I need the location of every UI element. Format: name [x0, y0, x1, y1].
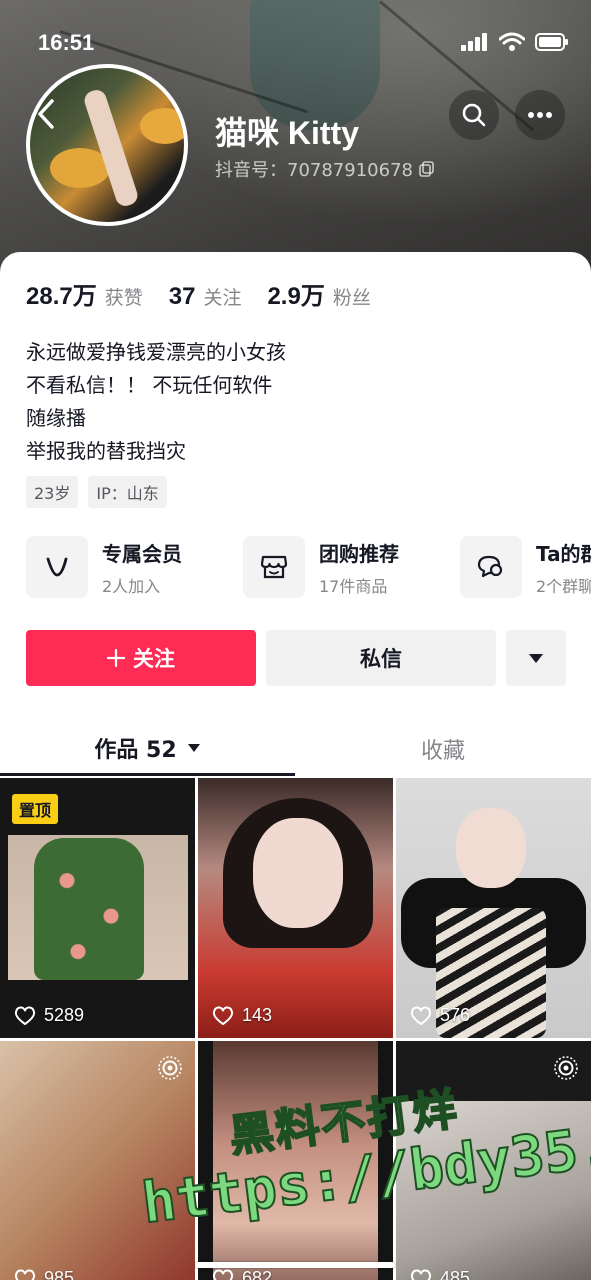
back-button[interactable]	[36, 98, 64, 132]
bio-line: 举报我的替我挡灾	[26, 439, 186, 463]
video-tile[interactable]: 985	[0, 1041, 195, 1280]
video-tile[interactable]: 576	[396, 778, 591, 1038]
likes-count: 576	[440, 1005, 471, 1025]
status-icons	[461, 32, 569, 52]
feature-row: 专属会员 2人加入 团购推荐 17件商品 Ta的群 2个群聊	[26, 536, 591, 600]
feature-sub: 17件商品	[319, 576, 388, 596]
bio-line: 不看私信！！ 不玩任何软件	[26, 373, 273, 397]
pinned-badge: 置顶	[12, 794, 59, 824]
feature-icon-box	[460, 536, 522, 598]
wifi-icon	[499, 32, 525, 51]
stat-label: 粉丝	[332, 287, 371, 309]
stat-value: 28.7万	[26, 283, 97, 310]
search-button[interactable]	[449, 90, 499, 140]
battery-icon	[535, 33, 568, 51]
shop-icon	[260, 555, 288, 579]
v-member-icon	[46, 557, 68, 577]
feature-title: Ta的群	[536, 541, 591, 566]
feature-sub: 2人加入	[102, 576, 161, 596]
feature-title: 专属会员	[102, 541, 182, 566]
bio: 永远做爱挣钱爱漂亮的小女孩 不看私信！！ 不玩任何软件 随缘播 举报我的替我挡灾	[26, 336, 286, 468]
heart-icon	[410, 1005, 432, 1025]
video-thumbnail-detail	[34, 838, 144, 980]
stat-following[interactable]: 37 关注	[169, 283, 242, 311]
likes-count: 682	[242, 1268, 273, 1280]
caret-down-icon	[529, 654, 543, 663]
video-likes: 5289	[14, 1005, 84, 1026]
avatar[interactable]	[26, 64, 188, 226]
tab-works-label: 作品 52	[94, 737, 177, 763]
stat-label: 获赞	[104, 287, 143, 309]
stats-row: 28.7万 获赞 37 关注 2.9万 粉丝	[26, 276, 397, 311]
profile-name: 猫咪 Kitty	[215, 115, 360, 151]
feature-title: 团购推荐	[319, 541, 399, 566]
status-time: 16:51	[38, 30, 95, 55]
tab-favorites-label: 收藏	[420, 739, 465, 764]
video-thumbnail	[213, 1041, 378, 1280]
stat-followers[interactable]: 2.9万 粉丝	[267, 276, 370, 311]
bio-line: 永远做爱挣钱爱漂亮的小女孩	[26, 340, 286, 364]
feature-icon-box	[26, 536, 88, 598]
douyin-id-text: 抖音号：70787910678	[215, 160, 413, 181]
heart-icon	[212, 1268, 234, 1280]
video-grid: 置顶 5289 143 576 985 682 485	[0, 778, 591, 1280]
avatar-detail	[81, 87, 141, 209]
caret-down-icon	[187, 743, 200, 752]
copy-icon[interactable]	[419, 161, 435, 177]
feature-member[interactable]: 专属会员 2人加入	[26, 536, 182, 598]
feature-icon-box	[243, 536, 305, 598]
heart-icon	[410, 1268, 432, 1280]
heart-icon	[212, 1005, 234, 1025]
signal-icon	[461, 33, 487, 51]
message-label: 私信	[360, 647, 402, 671]
avatar-detail	[140, 108, 184, 144]
home-indicator	[195, 1262, 395, 1268]
chevron-left-icon	[38, 99, 54, 129]
video-thumbnail	[396, 1101, 591, 1280]
video-tile[interactable]: 置顶 5289	[0, 778, 195, 1038]
follow-label: 关注	[133, 647, 175, 671]
tab-favorites[interactable]: 收藏	[295, 722, 591, 776]
profile-tags: 23岁 IP：山东	[26, 476, 167, 508]
age-tag: 23岁	[26, 476, 79, 508]
live-photo-icon	[158, 1056, 182, 1080]
feature-group-buy[interactable]: 团购推荐 17件商品	[243, 536, 399, 598]
heart-icon	[14, 1005, 36, 1025]
video-tile[interactable]: 485	[396, 1041, 591, 1280]
search-icon	[462, 103, 486, 127]
video-likes: 143	[212, 1005, 272, 1026]
expand-recommend-button[interactable]	[506, 630, 566, 686]
stat-value: 37	[168, 283, 196, 310]
more-dots-icon	[528, 112, 552, 118]
video-likes: 485	[410, 1268, 470, 1280]
follow-button[interactable]: 关注	[26, 630, 256, 686]
feature-sub: 2个群聊	[536, 576, 591, 596]
feature-group-chat[interactable]: Ta的群 2个群聊	[460, 536, 591, 598]
tab-works[interactable]: 作品 52	[0, 722, 295, 776]
likes-count: 985	[44, 1268, 75, 1280]
chat-group-icon	[477, 555, 503, 578]
video-tile[interactable]: 682	[198, 1041, 393, 1280]
video-likes: 682	[212, 1268, 272, 1280]
video-thumbnail-detail	[456, 808, 526, 888]
video-tile[interactable]: 143	[198, 778, 393, 1038]
video-likes: 576	[410, 1005, 470, 1026]
likes-count: 143	[242, 1005, 273, 1025]
ip-tag: IP：山东	[88, 476, 167, 508]
likes-count: 485	[440, 1268, 471, 1280]
bio-line: 随缘播	[26, 406, 86, 430]
douyin-id: 抖音号：70787910678	[215, 156, 435, 182]
likes-count: 5289	[44, 1005, 85, 1025]
content-tabs: 作品 52 收藏	[0, 722, 591, 778]
stat-likes[interactable]: 28.7万 获赞	[26, 276, 143, 311]
message-button[interactable]: 私信	[266, 630, 496, 686]
stat-value: 2.9万	[267, 283, 325, 310]
plus-icon	[107, 649, 125, 667]
heart-icon	[14, 1268, 36, 1280]
video-thumbnail-detail	[253, 818, 343, 928]
more-options-button[interactable]	[515, 90, 565, 140]
stat-label: 关注	[203, 287, 242, 309]
video-likes: 985	[14, 1268, 74, 1280]
live-photo-icon	[554, 1056, 578, 1080]
